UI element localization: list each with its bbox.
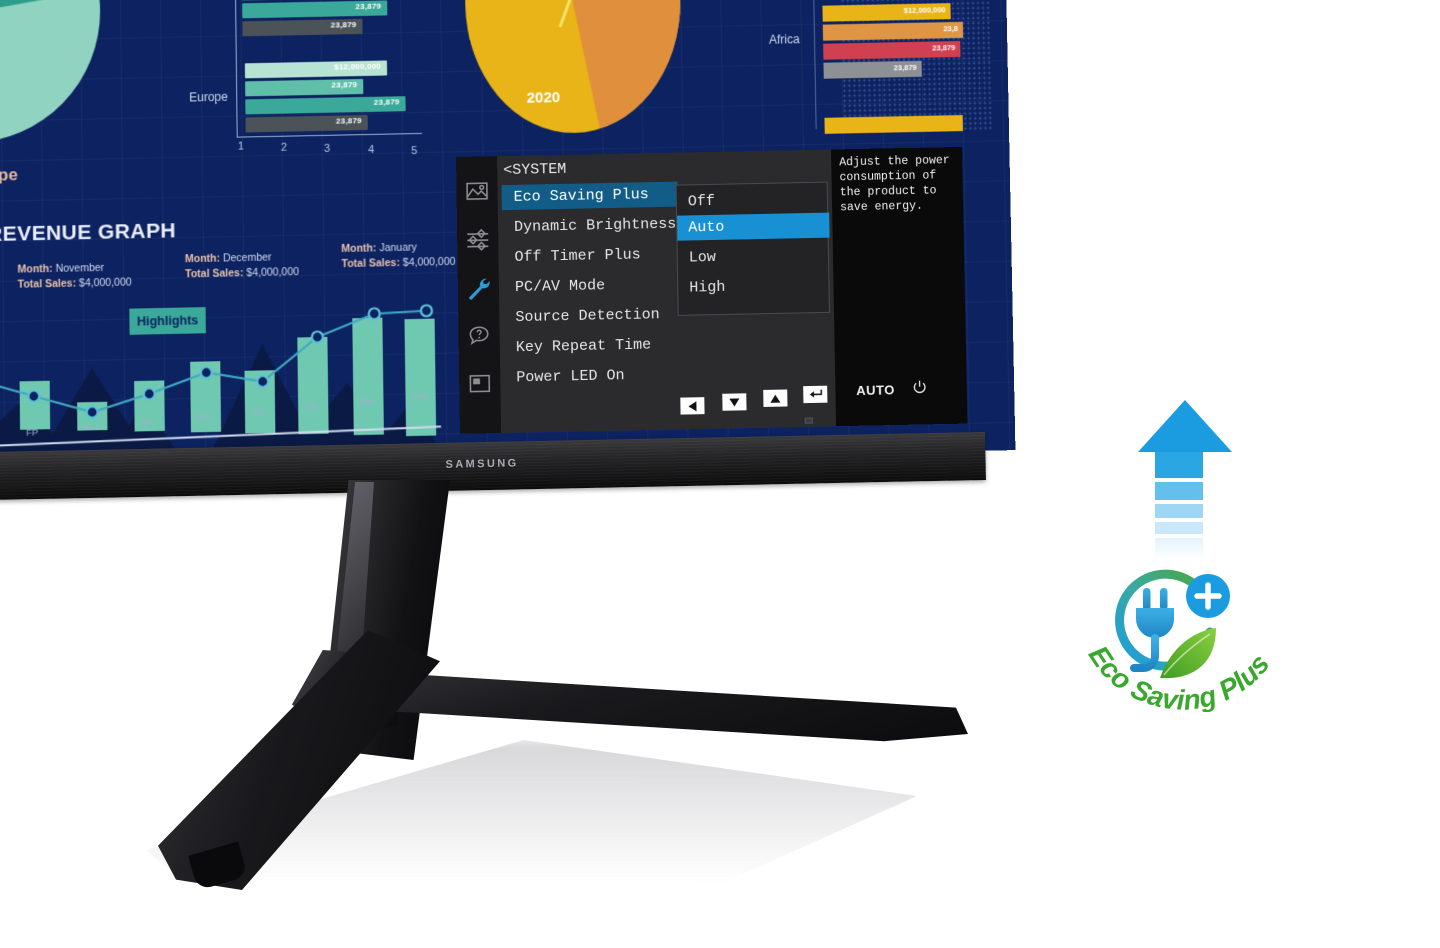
menu-item-off-timer-plus[interactable]: Off Timer Plus bbox=[502, 242, 679, 271]
menu-item-key-repeat-time[interactable]: Key Repeat Time bbox=[504, 332, 681, 361]
bar-value: 23,879 bbox=[330, 20, 357, 30]
pie-left-label: erica + Europe bbox=[0, 165, 19, 186]
bezel-button-strip: AUTO bbox=[660, 376, 1011, 423]
x-tick-label: QW bbox=[411, 391, 429, 403]
menu-item-dynamic-brightness[interactable]: Dynamic Brightness bbox=[502, 212, 679, 241]
eco-badge-title: Eco Saving Plus bbox=[1083, 640, 1276, 712]
monitor: erica + Europe 2020 America $12,000,000 … bbox=[0, 0, 1020, 940]
submenu-option-auto[interactable]: Auto bbox=[677, 212, 830, 241]
bar-value: 23,879 bbox=[932, 43, 956, 53]
help-text: Adjust the power consumption of the prod… bbox=[839, 154, 950, 215]
stand-foot-right bbox=[368, 671, 968, 742]
left-arrow-icon bbox=[688, 400, 697, 411]
table-row bbox=[824, 115, 963, 134]
help-question-icon[interactable] bbox=[466, 323, 491, 349]
table-row: 23,879 bbox=[823, 60, 922, 79]
arrow-segment bbox=[1155, 482, 1203, 500]
osd-submenu-eco-saving-plus: Off Auto Low High bbox=[675, 181, 831, 316]
eco-title-text: Eco Saving Plus bbox=[1083, 640, 1276, 712]
enter-icon bbox=[809, 389, 822, 398]
bar-value: 23,8 bbox=[943, 23, 959, 34]
menu-item-pc-av-mode[interactable]: PC/AV Mode bbox=[503, 272, 680, 301]
pie-2020-label: 2020 bbox=[526, 89, 561, 107]
power-led-indicator bbox=[804, 417, 813, 424]
up-arrow-icon bbox=[1138, 400, 1232, 452]
trend-line bbox=[0, 262, 441, 453]
menu-item-eco-saving-plus[interactable]: Eco Saving Plus bbox=[501, 181, 678, 211]
adjustment-sliders-icon[interactable] bbox=[465, 226, 490, 252]
x-tick-label: XC bbox=[251, 406, 266, 419]
submenu-option-off[interactable]: Off bbox=[677, 187, 830, 215]
bar-value: 23,879 bbox=[335, 116, 362, 126]
up-arrow-icon bbox=[770, 394, 781, 403]
submenu-option-high[interactable]: High bbox=[678, 273, 831, 301]
x-tick-label: VB bbox=[305, 401, 319, 413]
bar-value: 23,879 bbox=[893, 62, 917, 73]
table-row: 23,879 bbox=[245, 96, 406, 115]
page-title: REVENUE GRAPH bbox=[0, 219, 177, 247]
pip-window-icon[interactable] bbox=[467, 371, 492, 397]
menu-item-power-led-on[interactable]: Power LED On bbox=[504, 362, 681, 391]
x-tick-label: NM bbox=[359, 396, 375, 408]
x-tick-label: FP bbox=[26, 427, 39, 439]
axis-tick-1: 1 bbox=[237, 140, 245, 153]
table-row: 23,879 bbox=[242, 0, 388, 19]
arrow-reflection bbox=[1155, 522, 1203, 534]
table-row: 23,8 bbox=[822, 21, 964, 41]
axis-tick-3: 3 bbox=[323, 142, 331, 155]
x-tick-label: JK bbox=[140, 417, 152, 429]
enter-button[interactable] bbox=[803, 385, 828, 404]
bar-value: 23,879 bbox=[331, 80, 358, 90]
down-arrow-button[interactable] bbox=[722, 393, 747, 411]
axis-tick-4: 4 bbox=[368, 143, 375, 157]
table-row: 23,879 bbox=[823, 40, 961, 60]
bar-value: 23,879 bbox=[373, 97, 400, 107]
wrench-icon[interactable] bbox=[466, 274, 491, 300]
bar-category-europe: Europe bbox=[189, 89, 228, 105]
arrow-segment bbox=[1155, 504, 1203, 518]
left-arrow-button[interactable] bbox=[680, 397, 705, 415]
up-arrow-button[interactable] bbox=[763, 389, 788, 407]
eco-saving-plus-badge: Eco Saving Plus bbox=[1080, 392, 1370, 712]
screenshot-root: erica + Europe 2020 America $12,000,000 … bbox=[0, 0, 1440, 948]
down-arrow-icon bbox=[729, 397, 740, 407]
bar-value: 23,879 bbox=[355, 1, 382, 12]
picture-icon[interactable] bbox=[464, 178, 489, 204]
power-icon bbox=[913, 380, 926, 394]
breadcrumb[interactable]: <SYSTEM bbox=[503, 161, 566, 179]
menu-item-source-detection[interactable]: Source Detection bbox=[503, 302, 680, 331]
osd-icon-rail bbox=[456, 156, 502, 434]
table-row: $12,000,000 bbox=[822, 3, 951, 22]
axis-tick-2: 2 bbox=[280, 141, 288, 154]
arrow-segment bbox=[1155, 452, 1203, 478]
x-tick-label: RG bbox=[196, 411, 212, 424]
bar-value: $12,000,000 bbox=[334, 61, 382, 72]
auto-button[interactable]: AUTO bbox=[856, 382, 895, 398]
table-row: 23,879 bbox=[245, 114, 368, 133]
bar-category-africa: Africa bbox=[768, 32, 800, 47]
x-tick-label: GH bbox=[83, 422, 98, 434]
table-row: $12,000,000 bbox=[244, 60, 388, 79]
table-row: 23,879 bbox=[245, 78, 364, 97]
submenu-option-low[interactable]: Low bbox=[678, 243, 831, 271]
monitor-stand bbox=[0, 440, 1020, 940]
bar-value: $12,000,000 bbox=[903, 5, 946, 16]
axis-tick-5: 5 bbox=[411, 145, 418, 158]
table-row: 23,879 bbox=[242, 18, 363, 37]
power-button[interactable] bbox=[912, 380, 927, 395]
